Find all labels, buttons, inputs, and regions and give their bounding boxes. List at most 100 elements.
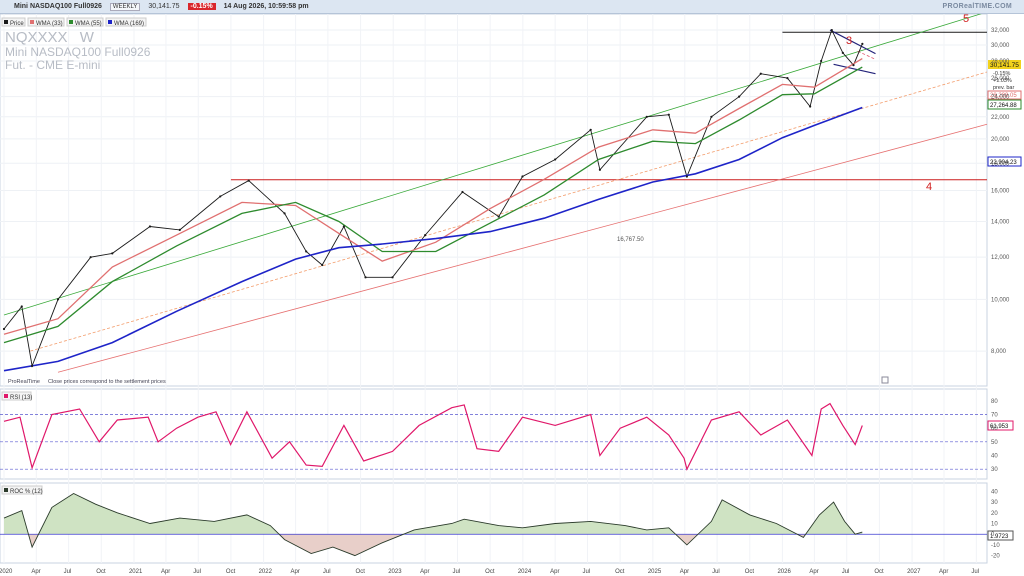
price-point xyxy=(820,59,823,63)
price-point xyxy=(461,190,464,194)
time-tick-label: Apr xyxy=(809,569,818,575)
price-tick-label: 28,000 xyxy=(991,59,1010,65)
price-point xyxy=(710,115,713,118)
price-point xyxy=(148,225,152,228)
time-tick-label: Apr xyxy=(550,569,559,575)
time-tick-label: Oct xyxy=(356,569,366,575)
legend-label-wma169: WMA (169) xyxy=(114,21,144,27)
rsi-tick-label: 80 xyxy=(991,399,998,405)
price-point xyxy=(283,212,286,215)
time-tick-label: Apr xyxy=(31,569,40,575)
footnote-brand: ProRealTime xyxy=(8,379,40,385)
price-tick-label: 16,000 xyxy=(991,189,1010,195)
price-point xyxy=(589,128,592,131)
price-point xyxy=(667,113,670,116)
time-tick-label: Oct xyxy=(615,569,625,575)
price-point xyxy=(554,158,557,161)
price-tick-label: 26,000 xyxy=(991,76,1010,82)
timeframe-text: W xyxy=(80,29,95,46)
instrument-title: Mini NASDAQ100 Full0926 xyxy=(14,3,102,10)
rsi-swatch xyxy=(4,394,8,398)
instrument-name: Mini NASDAQ100 Full0926 xyxy=(5,45,151,59)
time-tick-label: Oct xyxy=(874,569,884,575)
roc-label: ROC % (12) xyxy=(10,489,43,495)
legend-swatch-wma169 xyxy=(108,20,112,24)
roc-tick-label: -10 xyxy=(991,543,1000,549)
time-tick-label: 2021 xyxy=(129,569,143,575)
price-point xyxy=(685,175,689,178)
time-tick-label: Oct xyxy=(485,569,495,575)
time-tick-label: 2020 xyxy=(0,569,13,575)
price-tick-label: 8,000 xyxy=(991,349,1007,355)
time-tick-label: Apr xyxy=(291,569,300,575)
rsi-tick-label: 30 xyxy=(991,467,998,473)
price-point xyxy=(497,215,500,218)
time-tick-label: 2023 xyxy=(388,569,402,575)
legend: Price WMA (33) WMA (55) WMA (169) xyxy=(1,17,147,27)
wave-5-label: 5 xyxy=(963,14,969,25)
prev-bar-label: prev. bar xyxy=(993,85,1014,91)
time-tick-label: Jul xyxy=(193,569,201,575)
price-point xyxy=(391,276,394,279)
legend-swatch-price xyxy=(4,20,8,24)
roc-tick-label: 40 xyxy=(991,489,998,495)
time-tick-label: 2024 xyxy=(518,569,532,575)
price-point xyxy=(342,225,345,228)
price-point xyxy=(247,179,250,182)
exchange-name: Fut. - CME E-mini xyxy=(5,58,100,72)
price-tick-label: 22,000 xyxy=(991,115,1010,121)
symbol-label: NQXXXX W xyxy=(5,29,95,46)
price-point xyxy=(219,195,222,198)
time-tick-label: 2027 xyxy=(907,569,921,575)
period-badge[interactable]: WEEKLY xyxy=(109,3,141,11)
price-point xyxy=(89,256,92,259)
last-price: 30,141.75 xyxy=(148,3,180,10)
roc-tick-label: 20 xyxy=(991,511,998,517)
price-point xyxy=(809,105,812,108)
price-point xyxy=(364,276,367,279)
price-point xyxy=(841,51,844,54)
price-point xyxy=(830,28,833,32)
price-point xyxy=(56,298,60,301)
legend-swatch-wma33 xyxy=(30,20,34,24)
price-point xyxy=(738,95,741,98)
time-tick-label: Jul xyxy=(971,569,979,575)
price-tick-label: 30,000 xyxy=(991,43,1010,49)
roc-swatch xyxy=(4,488,8,492)
time-tick-label: Apr xyxy=(939,569,948,575)
time-tick-label: Jul xyxy=(712,569,720,575)
price-point xyxy=(645,115,648,118)
legend-label-price: Price xyxy=(10,21,24,27)
rsi-tick-label: 60 xyxy=(991,426,998,432)
time-tick-label: Oct xyxy=(96,569,106,575)
rsi-tick-label: 50 xyxy=(991,440,998,446)
symbol-text: NQXXXX xyxy=(5,29,68,46)
legend-label-wma55: WMA (55) xyxy=(75,21,102,27)
price-point xyxy=(424,234,427,237)
roc-tick-label: 10 xyxy=(991,522,998,528)
price-point xyxy=(111,252,114,255)
timestamp: 14 Aug 2026, 10:59:58 pm xyxy=(223,3,309,10)
price-point xyxy=(861,42,864,45)
time-tick-label: Apr xyxy=(161,569,170,575)
price-point xyxy=(178,228,181,232)
brand-logo: PRORealTIME.COM xyxy=(942,3,1012,10)
legend-label-wma33: WMA (33) xyxy=(36,21,63,27)
time-tick-label: Jul xyxy=(323,569,331,575)
legend-swatch-wma55 xyxy=(69,20,73,24)
roc-tick-label: -20 xyxy=(991,554,1000,560)
panel-expand-icon[interactable] xyxy=(881,376,889,384)
level-label: 16,767.50 xyxy=(617,237,644,243)
chart-area[interactable]: Price WMA (33) WMA (55) WMA (169) NQXXXX… xyxy=(0,14,1024,576)
wave-4-label: 4 xyxy=(926,181,932,193)
time-tick-label: Apr xyxy=(420,569,429,575)
time-tick-label: Jul xyxy=(582,569,590,575)
time-tick-label: 2025 xyxy=(648,569,662,575)
time-tick-label: Jul xyxy=(64,569,72,575)
footnote-text: Close prices correspond to the settlemen… xyxy=(48,379,166,385)
rsi-panel[interactable] xyxy=(0,388,988,480)
change-badge: -0.15% xyxy=(187,3,216,10)
roc-tick-label: 30 xyxy=(991,500,998,506)
price-panel[interactable] xyxy=(0,14,988,387)
price-point xyxy=(598,168,602,171)
